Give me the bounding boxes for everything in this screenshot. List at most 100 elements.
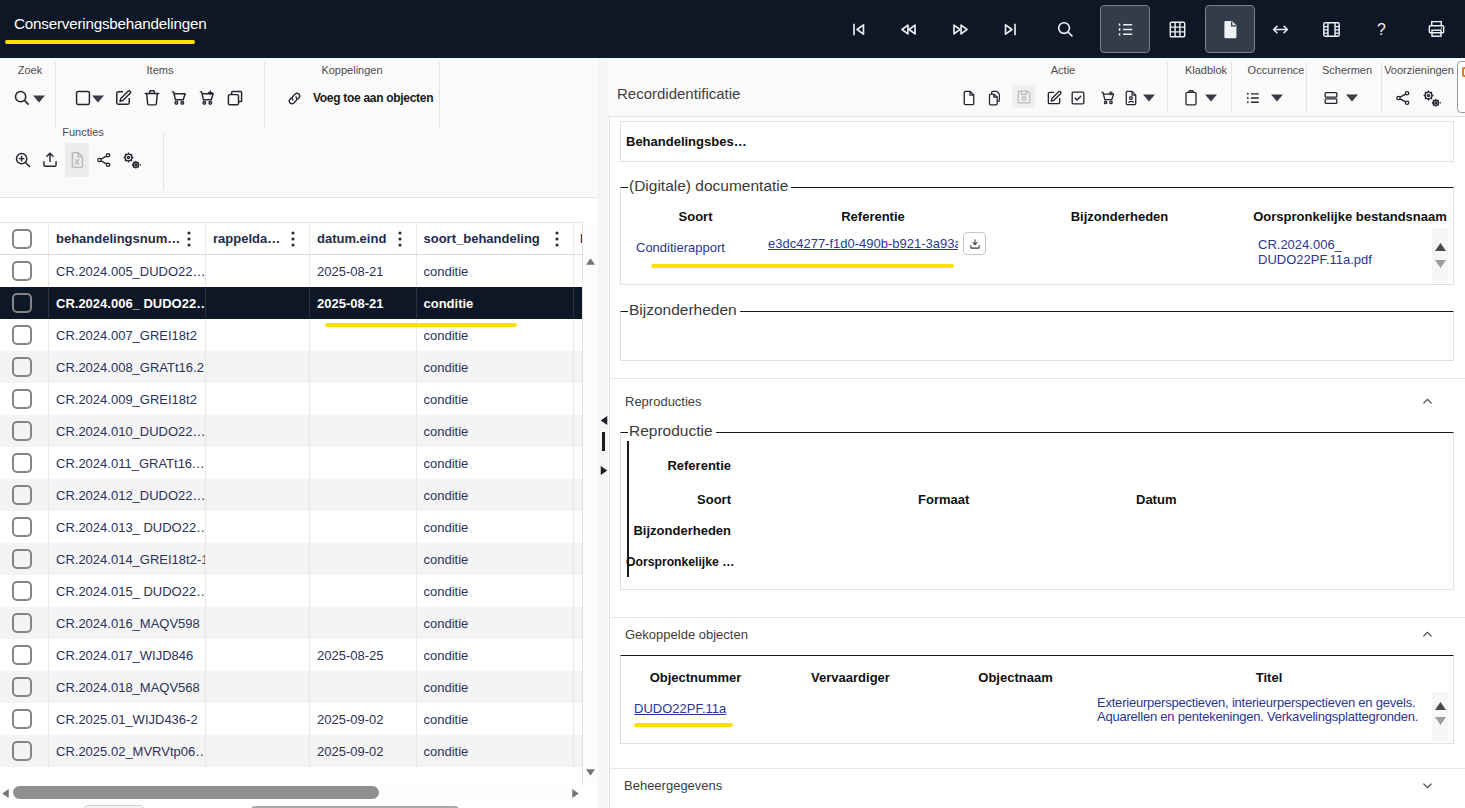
row-checkbox[interactable] xyxy=(12,741,32,761)
row-checkbox[interactable] xyxy=(12,645,32,665)
record-cart-add-button[interactable] xyxy=(1096,86,1120,110)
table-row[interactable]: CR.2024.011_GRATt16.… conditie xyxy=(0,447,582,479)
collapse-gekoppelde-button[interactable] xyxy=(1420,627,1435,642)
search-button[interactable] xyxy=(1045,5,1085,53)
cart-button[interactable] xyxy=(166,85,192,111)
column-header-datum-eind[interactable]: datum.eind xyxy=(310,223,417,254)
add-to-objects-button[interactable]: Voeg toe aan objecten xyxy=(285,84,433,112)
table-row[interactable]: CR.2024.012_DUDO22… conditie xyxy=(0,479,582,511)
edit-record-button[interactable] xyxy=(1042,86,1066,110)
splitter-drag-handle[interactable] xyxy=(602,432,605,451)
list-view-button-active[interactable] xyxy=(1100,5,1150,53)
row-checkbox[interactable] xyxy=(12,389,32,409)
scroll-right-arrow[interactable] xyxy=(572,789,579,798)
skip-to-last-button[interactable] xyxy=(990,5,1030,53)
settings-button[interactable] xyxy=(117,147,145,173)
row-checkbox[interactable] xyxy=(12,293,32,313)
table-row[interactable]: CR.2024.005_DUDO22… 2025-08-21 conditie xyxy=(0,255,582,287)
screens-caret[interactable] xyxy=(1346,94,1358,101)
copy-record-button[interactable] xyxy=(981,86,1005,110)
report-button[interactable] xyxy=(1119,86,1143,110)
occurrence-down-button[interactable] xyxy=(1435,713,1446,721)
table-row[interactable]: CR.2024.017_WIJD846 2025-08-25 conditie xyxy=(0,639,582,671)
table-row[interactable]: CR.2025.01_WIJD436-2 2025-09-02 conditie xyxy=(0,703,582,735)
table-row[interactable]: CR.2024.015_ DUDO22… conditie xyxy=(0,575,582,607)
search-dropdown-caret[interactable] xyxy=(33,95,45,102)
row-checkbox[interactable] xyxy=(12,453,32,473)
upload-button[interactable] xyxy=(37,147,63,173)
column-header-soort-behandeling[interactable]: soort_behandeling xyxy=(417,223,575,254)
table-row[interactable]: CR.2024.013_ DUDO22… conditie xyxy=(0,511,582,543)
scroll-left-arrow[interactable] xyxy=(2,789,9,798)
next-set-button[interactable] xyxy=(940,5,980,53)
vertical-scrollbar[interactable] xyxy=(582,222,598,785)
horizontal-scrollbar[interactable] xyxy=(0,785,582,801)
row-checkbox[interactable] xyxy=(12,517,32,537)
table-row[interactable]: CR.2024.016_MAQV598 conditie xyxy=(0,607,582,639)
select-all-checkbox[interactable] xyxy=(12,229,32,249)
row-checkbox[interactable] xyxy=(12,549,32,569)
search-records-button[interactable] xyxy=(9,85,35,111)
scroll-down-arrow[interactable] xyxy=(586,769,595,776)
table-row[interactable]: CR.2024.018_MAQV568 conditie xyxy=(0,671,582,703)
column-menu-icon[interactable] xyxy=(187,231,191,247)
skip-to-first-button[interactable] xyxy=(838,5,878,53)
column-header-partial[interactable]: l xyxy=(574,223,582,254)
record-share-button[interactable] xyxy=(1392,87,1414,109)
clipped-side-button[interactable] xyxy=(1457,61,1465,113)
doc-value-soort[interactable]: Conditierapport xyxy=(636,240,725,255)
panel-splitter[interactable] xyxy=(598,58,608,808)
row-checkbox[interactable] xyxy=(12,677,32,697)
occurrence-up-button[interactable] xyxy=(1435,698,1446,706)
doc-referentie-link[interactable]: e3dc4277-f1d0-490b-b921-3a93a xyxy=(768,236,958,251)
copy-item-button[interactable] xyxy=(222,85,248,111)
grid-view-button[interactable] xyxy=(1157,5,1197,53)
table-row[interactable]: CR.2025.02_MVRVtp06… 2025-09-02 conditie xyxy=(0,735,582,767)
column-menu-icon[interactable] xyxy=(398,231,402,247)
row-checkbox[interactable] xyxy=(12,709,32,729)
previous-set-button[interactable] xyxy=(888,5,928,53)
table-row[interactable]: CR.2024.009_GREI18t2 conditie xyxy=(0,383,582,415)
report-caret[interactable] xyxy=(1143,94,1155,101)
expand-panel-button[interactable] xyxy=(1260,5,1300,53)
row-checkbox[interactable] xyxy=(12,357,32,377)
tasks-button[interactable] xyxy=(1066,86,1090,110)
collapse-left-arrow[interactable] xyxy=(600,416,608,425)
column-header-rappeldatum[interactable]: rappelda… xyxy=(206,223,310,254)
section-title-beheergegevens[interactable]: Beheergegevens xyxy=(624,778,722,793)
row-checkbox[interactable] xyxy=(12,613,32,633)
column-menu-icon[interactable] xyxy=(555,231,559,247)
clipboard-button[interactable] xyxy=(1179,86,1203,110)
table-row[interactable]: CR.2024.010_DUDO22… conditie xyxy=(0,415,582,447)
table-row-selected[interactable]: CR.2024.006_ DUDO22… 2025-08-21 conditie xyxy=(0,287,582,319)
occurrence-caret[interactable] xyxy=(1271,94,1283,101)
collapse-reproducties-button[interactable] xyxy=(1420,394,1435,409)
gek-titel-value[interactable]: Exterieurperspectieven, interieurperspec… xyxy=(1097,696,1437,725)
row-checkbox[interactable] xyxy=(12,485,32,505)
record-settings-button[interactable] xyxy=(1418,85,1444,111)
collapse-right-arrow[interactable] xyxy=(600,466,608,475)
horizontal-scroll-thumb[interactable] xyxy=(13,786,379,799)
media-view-button[interactable] xyxy=(1311,5,1351,53)
row-checkbox[interactable] xyxy=(12,581,32,601)
clipboard-caret[interactable] xyxy=(1205,94,1217,101)
save-record-button-disabled[interactable] xyxy=(1012,85,1035,108)
table-row[interactable]: CR.2024.014_GREI18t2-1 conditie xyxy=(0,543,582,575)
column-header-behandelingsnummer[interactable]: behandelingsnum… xyxy=(49,223,206,254)
edit-item-button[interactable] xyxy=(110,85,136,111)
cart-add-button[interactable] xyxy=(194,85,220,111)
section-title-gekoppelde[interactable]: Gekoppelde objecten xyxy=(625,627,748,642)
gek-objectnummer-link[interactable]: DUDO22PF.11a xyxy=(634,701,726,716)
select-items-caret[interactable] xyxy=(92,95,104,102)
help-button[interactable]: ? xyxy=(1361,5,1401,53)
expand-beheergegevens-button[interactable] xyxy=(1420,778,1435,793)
excel-export-button-disabled[interactable] xyxy=(65,143,89,177)
column-menu-icon[interactable] xyxy=(291,231,295,247)
row-checkbox[interactable] xyxy=(12,261,32,281)
zoom-in-button[interactable] xyxy=(10,147,36,173)
print-button[interactable] xyxy=(1416,5,1456,53)
detail-view-button-active[interactable] xyxy=(1205,5,1255,53)
occurrence-list-button[interactable] xyxy=(1241,86,1265,110)
row-checkbox[interactable] xyxy=(12,421,32,441)
doc-value-bestandsnaam[interactable]: CR.2024.006_ DUDO22PF.11a.pdf xyxy=(1258,238,1372,267)
